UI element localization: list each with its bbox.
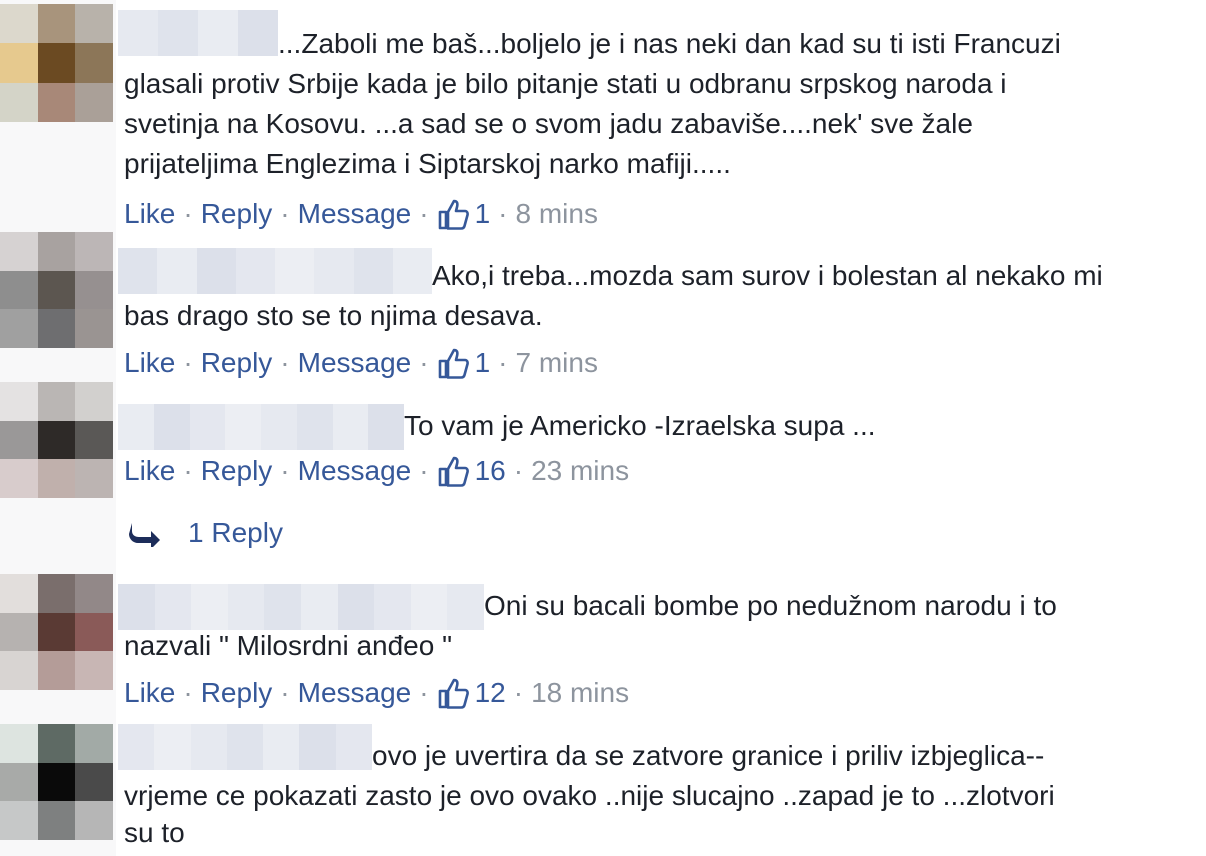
avatar-pixel (37, 309, 76, 348)
avatar-pixel (0, 43, 38, 83)
avatar-pixel (75, 801, 113, 840)
avatar-pixel (0, 309, 38, 348)
timestamp[interactable]: 7 mins (515, 345, 597, 381)
avatar-pixel (37, 801, 76, 840)
reply-link[interactable]: Reply (201, 453, 273, 489)
avatar-pixel (37, 724, 76, 763)
avatar-pixel (37, 459, 76, 498)
comment-text: ...Zaboli me baš...boljelo je i nas neki… (124, 24, 1061, 184)
avatar-pixel (37, 382, 76, 421)
like-link[interactable]: Like (124, 345, 175, 381)
avatar-pixel (37, 420, 76, 460)
avatar-pixel (0, 762, 38, 802)
comment-text: Ako,i treba...mozda sam surov i bolestan… (124, 256, 1103, 336)
avatar-pixel (75, 574, 113, 613)
avatar-pixel (0, 232, 38, 271)
reply-link[interactable]: Reply (201, 196, 273, 232)
avatar-pixel (75, 232, 113, 271)
comment-actions: Like · Reply · Message · 16 · 23 mins (124, 453, 629, 489)
avatar-pixel (37, 762, 76, 802)
avatar-pixel (0, 612, 38, 652)
comment-line: Oni su bacali bombe po nedužnom narodu i… (484, 590, 1057, 621)
avatar-pixel (37, 232, 76, 271)
comment-actions: Like · Reply · Message · 12 · 18 mins (124, 675, 629, 711)
avatar-pixel (75, 43, 113, 83)
avatar-pixel (37, 270, 76, 310)
message-link[interactable]: Message (298, 675, 412, 711)
avatar-pixel (37, 43, 76, 83)
avatar-pixel (75, 459, 113, 498)
avatar-pixel (0, 4, 38, 44)
timestamp[interactable]: 8 mins (515, 196, 597, 232)
comment-line: su to (124, 817, 185, 848)
like-count[interactable]: 16 (475, 453, 506, 489)
avatar-pixel (37, 82, 76, 122)
avatar[interactable] (0, 382, 113, 498)
avatar-pixel (0, 270, 38, 310)
comment-line: ovo je uvertira da se zatvore granice i … (372, 740, 1045, 771)
avatar-pixel (75, 309, 113, 348)
avatar-pixel (0, 724, 38, 763)
avatar-pixel (0, 420, 38, 460)
reply-link[interactable]: Reply (201, 675, 273, 711)
thumbs-up-icon[interactable] (437, 455, 469, 487)
avatar-pixel (0, 82, 38, 122)
comment-feed: ...Zaboli me baš...boljelo je i nas neki… (0, 0, 1206, 856)
like-count[interactable]: 1 (475, 196, 491, 232)
avatar[interactable] (0, 4, 113, 122)
avatar-pixel (37, 651, 76, 690)
message-link[interactable]: Message (298, 196, 412, 232)
comment-line: To vam je Americko -Izraelska supa ... (404, 410, 876, 441)
avatar[interactable] (0, 232, 113, 348)
avatar-pixel (75, 270, 113, 310)
thumbs-up-icon[interactable] (437, 198, 469, 230)
thumbs-up-icon[interactable] (437, 347, 469, 379)
avatar-pixel (75, 651, 113, 690)
avatar-pixel (0, 651, 38, 690)
comment-actions: Like · Reply · Message · 1 · 8 mins (124, 196, 598, 232)
avatar[interactable] (0, 724, 113, 840)
avatar-pixel (37, 4, 76, 44)
comment-text: To vam je Americko -Izraelska supa ... (124, 406, 876, 446)
avatar-pixel (37, 574, 76, 613)
thumbs-up-icon[interactable] (437, 677, 469, 709)
avatar-pixel (0, 459, 38, 498)
avatar-pixel (37, 612, 76, 652)
like-count[interactable]: 1 (475, 345, 491, 381)
message-link[interactable]: Message (298, 453, 412, 489)
message-link[interactable]: Message (298, 345, 412, 381)
reply-arrow-icon (129, 523, 160, 547)
avatar-pixel (0, 382, 38, 421)
avatar-pixel (75, 762, 113, 802)
avatar-pixel (75, 382, 113, 421)
comment-actions: Like · Reply · Message · 1 · 7 mins (124, 345, 598, 381)
like-link[interactable]: Like (124, 453, 175, 489)
comment-line: svetinja na Kosovu. ...a sad se o svom j… (124, 108, 973, 139)
comment-text: ovo je uvertira da se zatvore granice i … (124, 736, 1055, 850)
like-link[interactable]: Like (124, 675, 175, 711)
like-link[interactable]: Like (124, 196, 175, 232)
reply-link[interactable]: Reply (201, 345, 273, 381)
comment-line: vrjeme ce pokazati zasto je ovo ovako ..… (124, 780, 1055, 811)
avatar-pixel (0, 801, 38, 840)
comment-line: Ako,i treba...mozda sam surov i bolestan… (432, 260, 1103, 291)
comment-text: Oni su bacali bombe po nedužnom narodu i… (124, 586, 1057, 666)
comment-line: glasali protiv Srbije kada je bilo pitan… (124, 68, 1007, 99)
comment-line: ...Zaboli me baš...boljelo je i nas neki… (278, 28, 1061, 59)
timestamp[interactable]: 18 mins (531, 675, 629, 711)
avatar-pixel (75, 724, 113, 763)
avatar-pixel (75, 612, 113, 652)
comment-line: prijateljima Englezima i Siptarskoj nark… (124, 148, 731, 179)
like-count[interactable]: 12 (475, 675, 506, 711)
avatar-pixel (0, 574, 38, 613)
avatar-pixel (75, 4, 113, 44)
avatar-pixel (75, 420, 113, 460)
comment-line: bas drago sto se to njima desava. (124, 300, 543, 331)
view-replies-link[interactable]: 1 Reply (128, 514, 283, 552)
avatar-pixel (75, 82, 113, 122)
comment-line: nazvali " Milosrdni anđeo " (124, 630, 453, 661)
timestamp[interactable]: 23 mins (531, 453, 629, 489)
view-replies-label[interactable]: 1 Reply (188, 514, 283, 552)
avatar[interactable] (0, 574, 113, 690)
